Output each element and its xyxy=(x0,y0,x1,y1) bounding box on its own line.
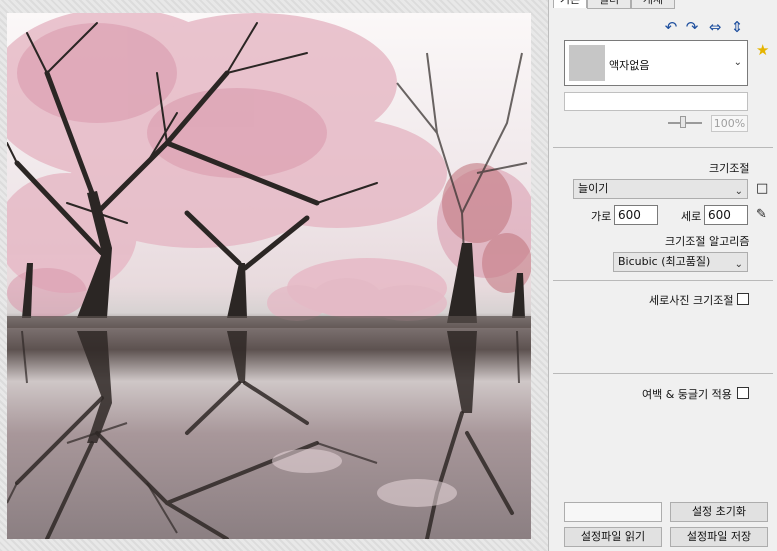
resize-mode-value: 늘이기 xyxy=(578,182,609,195)
frame-select[interactable]: 액자없음 ⌄ xyxy=(564,40,748,86)
chevron-down-icon: ⌄ xyxy=(733,57,742,68)
margin-rounding-checkbox[interactable] xyxy=(737,387,749,399)
resize-mode-select[interactable]: 늘이기 ⌄ xyxy=(573,179,748,199)
favorite-star-icon[interactable]: ★ xyxy=(756,41,769,59)
frame-zoom-slider-thumb[interactable] xyxy=(680,116,686,128)
save-settings-button[interactable]: 설정파일 저장 xyxy=(670,527,768,547)
tab-object[interactable]: 개체 xyxy=(631,0,675,9)
divider xyxy=(553,280,773,281)
pen-icon[interactable]: ✎ xyxy=(756,207,767,222)
chevron-down-icon: ⌄ xyxy=(734,186,743,197)
redo-icon[interactable]: ↷ xyxy=(683,18,701,36)
height-label: 세로 xyxy=(681,210,702,223)
portrait-resize-checkbox[interactable] xyxy=(737,293,749,305)
undo-icon[interactable]: ↶ xyxy=(662,18,680,36)
tab-filter[interactable]: 필터 xyxy=(587,0,631,9)
width-input[interactable]: 600 xyxy=(614,205,658,225)
height-input[interactable]: 600 xyxy=(704,205,748,225)
reset-settings-button[interactable]: 설정 초기화 xyxy=(670,502,768,522)
crop-frame-icon[interactable]: □ xyxy=(756,181,768,196)
frame-zoom-value[interactable]: 100% xyxy=(711,115,748,132)
settings-name-field[interactable] xyxy=(564,502,662,522)
algorithm-title: 크기조절 알고리즘 xyxy=(665,235,750,248)
frame-thumbnail xyxy=(569,45,605,81)
frame-option-field[interactable] xyxy=(564,92,748,111)
divider xyxy=(553,147,773,148)
image-preview-area xyxy=(0,0,549,551)
resize-section-title: 크기조절 xyxy=(709,162,750,175)
chevron-down-icon: ⌄ xyxy=(734,259,743,270)
portrait-resize-label: 세로사진 크기조절 xyxy=(649,294,734,307)
flip-horizontal-icon[interactable]: ⇔ xyxy=(706,18,724,36)
frame-select-value: 액자없음 xyxy=(609,59,650,72)
flip-vertical-icon[interactable]: ⇕ xyxy=(728,18,746,36)
width-label: 가로 xyxy=(591,210,612,223)
settings-panel: 기본 필터 개체 ↶ ↷ ⇔ ⇕ ★ 액자없음 ⌄ 100% 크기조절 늘이기 … xyxy=(549,0,777,551)
load-settings-button[interactable]: 설정파일 읽기 xyxy=(564,527,662,547)
tab-basic[interactable]: 기본 xyxy=(553,0,587,8)
margin-rounding-label: 여백 & 둥글기 적용 xyxy=(642,388,732,401)
cherry-blossom-photo xyxy=(7,13,531,539)
algorithm-select[interactable]: Bicubic (최고품질) ⌄ xyxy=(613,252,748,272)
algorithm-value: Bicubic (최고품질) xyxy=(618,255,711,268)
divider xyxy=(553,373,773,374)
